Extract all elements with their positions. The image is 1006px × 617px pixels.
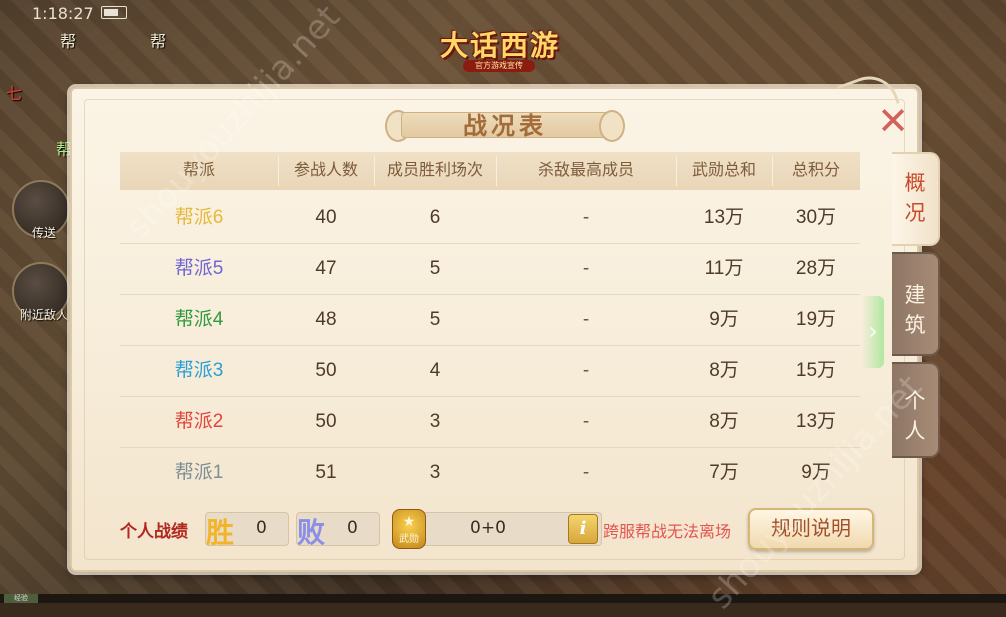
tab-overview-char: 况	[904, 201, 926, 225]
gang-name: 帮派1	[174, 462, 224, 483]
participants-cell: 51	[315, 462, 337, 483]
top-killer-cell: -	[582, 258, 590, 279]
status-time: 1:18:27	[32, 4, 94, 23]
table-row: 帮派5 47 5 - 11万 28万	[120, 244, 860, 295]
rules-button[interactable]: 规则说明	[748, 508, 874, 550]
tab-overview-char: 概	[904, 171, 926, 195]
wuxun-cell: 8万	[709, 411, 739, 432]
tab-personal-char: 个	[904, 389, 926, 413]
personal-losses-value: 0	[347, 518, 358, 538]
header-wins: 成员胜利场次	[386, 162, 483, 179]
panel-title: 战况表	[463, 111, 547, 140]
gang-name: 帮派6	[174, 207, 224, 228]
participants-cell: 50	[315, 411, 337, 432]
battery-icon	[101, 6, 127, 19]
wins-cell: 6	[429, 207, 441, 228]
top-killer-cell: -	[582, 462, 590, 483]
gang-name: 帮派5	[174, 258, 224, 279]
top-killer-cell: -	[582, 360, 590, 381]
wuxun-cell: 8万	[709, 360, 739, 381]
loss-glyph: 败	[297, 516, 326, 549]
expand-arrow[interactable]: ›	[862, 296, 884, 368]
wuxun-cell: 13万	[703, 207, 745, 228]
top-killer-cell: -	[582, 411, 590, 432]
close-icon: ✕	[877, 99, 909, 143]
info-icon[interactable]: i	[568, 514, 598, 544]
personal-record-label: 个人战绩	[120, 522, 188, 541]
wins-cell: 3	[429, 462, 441, 483]
table-row: 帮派1 51 3 - 7万 9万	[120, 448, 860, 498]
close-button[interactable]: ✕	[876, 102, 910, 140]
game-logo-subtitle: 官方游戏宣传	[463, 60, 535, 72]
top-killer-cell: -	[582, 309, 590, 330]
cross-server-note: 跨服帮战无法离场	[603, 524, 732, 541]
wins-cell: 5	[429, 309, 441, 330]
header-gang: 帮派	[182, 162, 215, 179]
gang-name: 帮派4	[174, 309, 224, 330]
participants-cell: 50	[315, 360, 337, 381]
header-score: 总积分	[791, 162, 840, 179]
personal-wins-value: 0	[256, 518, 267, 538]
bottom-status-bar	[0, 594, 1006, 603]
map-marker-gang: 帮	[150, 32, 167, 51]
participants-cell: 48	[315, 309, 337, 330]
score-cell: 15万	[795, 360, 837, 381]
score-cell: 13万	[795, 411, 837, 432]
wins-cell: 4	[429, 360, 441, 381]
wuxun-cell: 9万	[709, 309, 739, 330]
table-row: 帮派6 40 6 - 13万 30万	[120, 193, 860, 244]
win-glyph: 胜	[206, 516, 235, 549]
wuxun-value: 0+0	[470, 518, 506, 538]
gang-name: 帮派2	[174, 411, 224, 432]
table-row: 帮派2 50 3 - 8万 13万	[120, 397, 860, 448]
tab-overview[interactable]: 概 况	[892, 152, 940, 246]
gang-name: 帮派3	[174, 360, 224, 381]
wins-cell: 3	[429, 411, 441, 432]
tab-buildings[interactable]: 建 筑	[892, 252, 940, 356]
header-participants: 参战人数	[293, 162, 358, 179]
score-cell: 9万	[801, 462, 831, 483]
medal-glyph: ★	[402, 514, 416, 530]
top-killer-cell: -	[582, 207, 590, 228]
header-wuxun: 武勋总和	[691, 162, 756, 179]
wuxun-cell: 7万	[709, 462, 739, 483]
participants-cell: 40	[315, 207, 337, 228]
score-cell: 19万	[795, 309, 837, 330]
map-marker-gang: 帮	[60, 32, 77, 51]
experience-tag: 经验	[4, 594, 38, 603]
tab-buildings-char: 筑	[904, 313, 926, 337]
score-cell: 30万	[795, 207, 837, 228]
table-row: 帮派3 50 4 - 8万 15万	[120, 346, 860, 397]
score-cell: 28万	[795, 258, 837, 279]
panel-title-scroll: 战况表	[385, 104, 625, 142]
tab-personal[interactable]: 个 人	[892, 362, 940, 458]
tab-personal-char: 人	[904, 419, 926, 443]
table-row: 帮派4 48 5 - 9万 19万	[120, 295, 860, 346]
tab-buildings-char: 建	[904, 283, 926, 307]
table-header: 帮派 参战人数 成员胜利场次 杀敌最高成员 武勋总和 总积分	[120, 152, 860, 190]
wins-cell: 5	[429, 258, 441, 279]
participants-cell: 47	[315, 258, 337, 279]
header-top-killer: 杀敌最高成员	[537, 162, 634, 179]
wuxun-cell: 11万	[704, 258, 744, 279]
medal-icon: ★ 武勋	[392, 509, 426, 549]
medal-label: 武勋	[399, 534, 419, 545]
map-marker-seven: 七	[6, 84, 23, 103]
